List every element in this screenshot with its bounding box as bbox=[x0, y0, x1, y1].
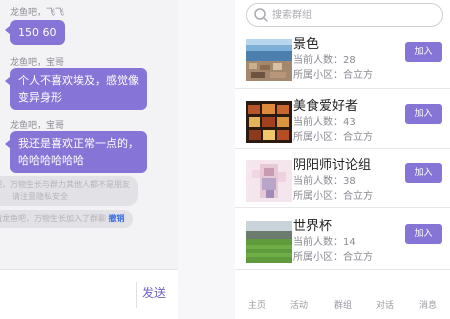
nav-messages[interactable]: 消息 bbox=[419, 298, 437, 311]
nav-activity[interactable]: 活动 bbox=[290, 298, 308, 311]
divider bbox=[235, 269, 450, 270]
notice-text: 吧，万物生长与群力其他人都不是朋友 bbox=[0, 180, 130, 189]
message-bubble[interactable]: 个人不喜欢埃及，感觉像 变异身形 bbox=[10, 68, 147, 110]
panel-gap bbox=[178, 0, 235, 319]
divider bbox=[235, 148, 450, 149]
food-thumb bbox=[246, 101, 292, 143]
group-panel: 景色 当前人数：28 所属小区：合立方 加入 美食爱好者 当前人数：43 所属小… bbox=[235, 0, 450, 319]
search-input[interactable] bbox=[272, 6, 432, 24]
group-row[interactable]: 景色 当前人数：28 所属小区：合立方 加入 bbox=[235, 31, 450, 91]
divider bbox=[235, 88, 450, 89]
message-text: 我还是喜欢正常一点的， bbox=[18, 137, 139, 150]
divider bbox=[235, 207, 450, 208]
notice-text: 请注意隐私安全 bbox=[12, 192, 68, 201]
join-button[interactable]: 加入 bbox=[405, 163, 442, 183]
join-button[interactable]: 加入 bbox=[405, 42, 442, 62]
group-row[interactable]: 阴阳师讨论组 当前人数：38 所属小区：合立方 加入 bbox=[235, 152, 450, 212]
member-count: 当前人数：43 bbox=[293, 117, 356, 128]
message-sender: 龙鱼吧，宝哥 bbox=[10, 58, 65, 68]
group-row[interactable]: 世界杯 当前人数：14 所属小区：合立方 加入 bbox=[235, 213, 450, 273]
community-label: 所属小区：合立方 bbox=[293, 252, 373, 263]
group-name: 世界杯 bbox=[293, 219, 333, 234]
message-bubble[interactable]: 我还是喜欢正常一点的， 哈哈哈哈哈哈 bbox=[10, 131, 147, 173]
nav-home[interactable]: 主页 bbox=[248, 298, 266, 311]
message-text: 个人不喜欢埃及，感觉像 bbox=[18, 74, 139, 87]
message-text: 变异身形 bbox=[18, 91, 62, 104]
message-sender: 龙鱼吧，飞飞 bbox=[10, 8, 65, 18]
system-notice: 吧，万物生长与群力其他人都不是朋友 请注意隐私安全 bbox=[0, 176, 138, 206]
member-count: 当前人数：38 bbox=[293, 176, 356, 187]
community-label: 所属小区：合立方 bbox=[293, 70, 373, 81]
message-sender: 龙鱼吧，宝哥 bbox=[10, 121, 65, 131]
system-notice: 请龙鱼吧，万物生长加入了群聊 撤销 bbox=[0, 210, 133, 228]
message-text: 哈哈哈哈哈哈 bbox=[18, 154, 84, 167]
chat-panel: 龙鱼吧，飞飞 150 60 龙鱼吧，宝哥 个人不喜欢埃及，感觉像 变异身形 龙鱼… bbox=[0, 0, 178, 319]
nav-chat[interactable]: 对话 bbox=[376, 298, 394, 311]
search-icon bbox=[254, 8, 268, 22]
group-name: 景色 bbox=[293, 37, 320, 52]
scenery-thumb bbox=[246, 39, 292, 81]
message-text: 150 60 bbox=[18, 26, 57, 39]
send-button[interactable]: 发送 bbox=[142, 284, 166, 301]
message-bubble[interactable]: 150 60 bbox=[10, 20, 65, 45]
bottom-nav: 主页 活动 群组 对话 消息 bbox=[235, 290, 450, 319]
group-name: 美食爱好者 bbox=[293, 99, 359, 114]
group-name: 阴阳师讨论组 bbox=[293, 158, 372, 173]
community-label: 所属小区：合立方 bbox=[293, 191, 373, 202]
member-count: 当前人数：14 bbox=[293, 237, 356, 248]
join-button[interactable]: 加入 bbox=[405, 224, 442, 244]
message-composer: 发送 bbox=[0, 269, 178, 319]
withdraw-link[interactable]: 撤销 bbox=[109, 214, 125, 223]
notice-text: 请龙鱼吧，万物生长加入了群聊 bbox=[0, 214, 106, 223]
divider bbox=[136, 282, 137, 308]
game-thumb bbox=[246, 160, 292, 202]
member-count: 当前人数：28 bbox=[293, 55, 356, 66]
stadium-thumb bbox=[246, 221, 292, 263]
community-label: 所属小区：合立方 bbox=[293, 132, 373, 143]
group-row[interactable]: 美食爱好者 当前人数：43 所属小区：合立方 加入 bbox=[235, 93, 450, 153]
search-bar[interactable] bbox=[246, 3, 443, 27]
join-button[interactable]: 加入 bbox=[405, 104, 442, 124]
nav-groups[interactable]: 群组 bbox=[334, 298, 352, 311]
